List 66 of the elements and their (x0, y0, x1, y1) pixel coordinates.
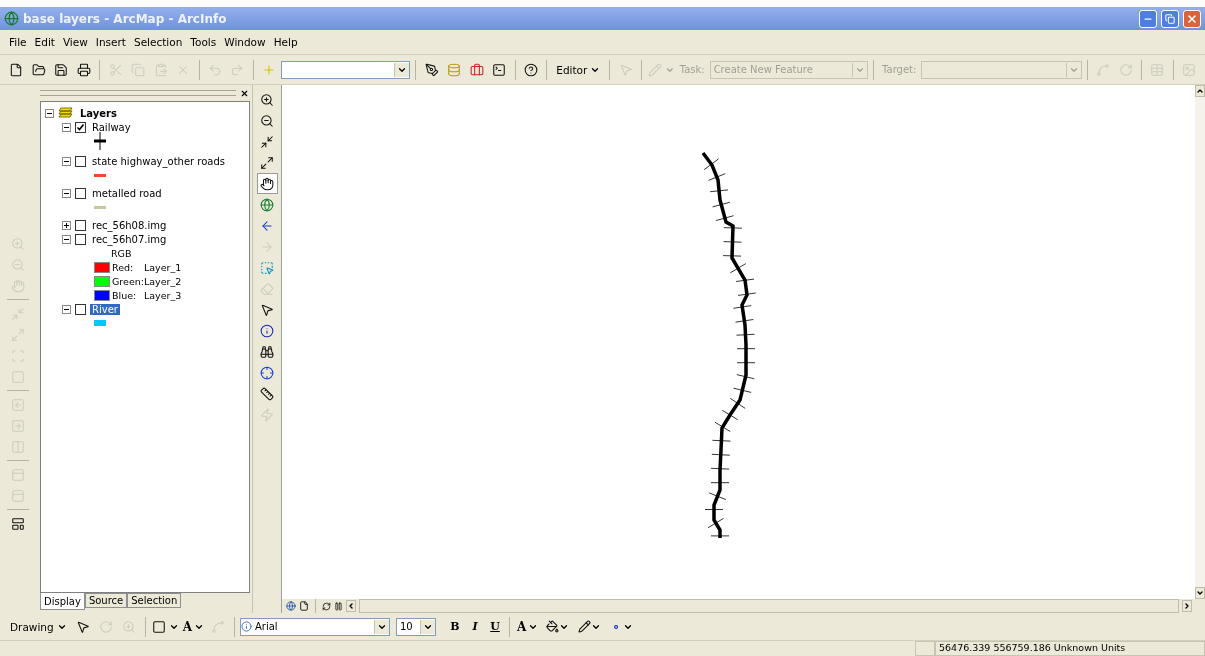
menu-item[interactable]: Help (270, 34, 301, 50)
refresh-icon[interactable] (322, 601, 331, 611)
menu-item[interactable]: File (6, 34, 30, 50)
pencil-icon (577, 620, 591, 633)
band-value: Layer_3 (144, 289, 182, 301)
minimize-button[interactable] (1139, 9, 1157, 28)
font-dropdown[interactable]: Arial (240, 617, 390, 636)
task-label: Task: (679, 64, 705, 75)
layer-name[interactable]: Railway (90, 121, 133, 133)
menu-item[interactable]: View (59, 34, 91, 50)
underline-button[interactable]: U (486, 617, 504, 636)
scroll-up-button[interactable] (1195, 85, 1205, 97)
layer-name[interactable]: state highway_other roads (90, 155, 228, 167)
italic-button[interactable]: I (466, 617, 484, 636)
window-title: base layers - ArcMap - ArcInfo (23, 11, 228, 26)
close-icon (1186, 12, 1198, 25)
menu-item[interactable]: Tools (187, 34, 220, 50)
target-label: Target: (882, 64, 917, 75)
close-icon (239, 88, 249, 98)
collapse-icon[interactable] (62, 188, 71, 198)
layers-icon (58, 107, 74, 119)
checkbox[interactable] (75, 155, 86, 167)
checkbox[interactable] (75, 121, 86, 133)
paint-bucket-icon (545, 620, 559, 633)
layer-name[interactable]: rec_56h08.img (90, 219, 169, 231)
legend-heading: RGB (111, 247, 132, 259)
band-value: Layer_1 (144, 261, 182, 273)
band-value: Layer_2 (144, 275, 182, 287)
menu-item[interactable]: Insert (92, 34, 129, 50)
tab[interactable]: Selection (127, 593, 182, 608)
collapse-icon[interactable] (62, 234, 71, 244)
checkbox[interactable] (75, 303, 86, 315)
expand-icon[interactable] (62, 220, 71, 230)
checkbox[interactable] (75, 187, 86, 199)
collapse-icon[interactable] (62, 304, 71, 314)
tab[interactable]: Display (40, 593, 85, 610)
bold-button[interactable]: B (446, 617, 464, 636)
checkbox[interactable] (75, 219, 86, 231)
collapse-icon[interactable] (45, 108, 54, 118)
text-tool-button[interactable]: A (180, 616, 206, 637)
drawing-menu[interactable]: Drawing (6, 616, 71, 637)
scroll-right-button[interactable] (1182, 600, 1192, 612)
menu-item[interactable]: Selection (130, 34, 186, 50)
menu-item[interactable]: Edit (31, 34, 58, 50)
layer-group-name[interactable]: Layers (78, 107, 119, 119)
scroll-down-button[interactable] (1195, 587, 1205, 599)
font-color-button[interactable]: A (515, 616, 541, 637)
tab[interactable]: Source (84, 593, 128, 608)
layout-view-icon[interactable] (299, 601, 309, 611)
scale-dropdown[interactable] (281, 60, 411, 79)
font-size-dropdown[interactable]: 10 (396, 617, 436, 636)
app-icon (4, 11, 19, 26)
restore-icon (1165, 13, 1175, 24)
collapse-icon[interactable] (62, 122, 71, 132)
layer-name[interactable]: rec_56h07.img (90, 233, 169, 245)
menu-item[interactable]: Window (221, 34, 269, 50)
layer-name[interactable]: metalled road (90, 187, 164, 199)
coordinates-readout: 56476.339 556759.186 Unknown Units (935, 641, 1205, 656)
data-view-icon[interactable] (286, 601, 296, 611)
pause-icon[interactable] (334, 601, 343, 611)
scroll-left-button[interactable] (346, 600, 356, 612)
checkbox[interactable] (75, 233, 86, 245)
restore-button[interactable] (1161, 9, 1179, 28)
collapse-icon[interactable] (62, 156, 71, 166)
layer-name[interactable]: River (90, 303, 120, 315)
railway-symbol-icon (94, 132, 106, 150)
